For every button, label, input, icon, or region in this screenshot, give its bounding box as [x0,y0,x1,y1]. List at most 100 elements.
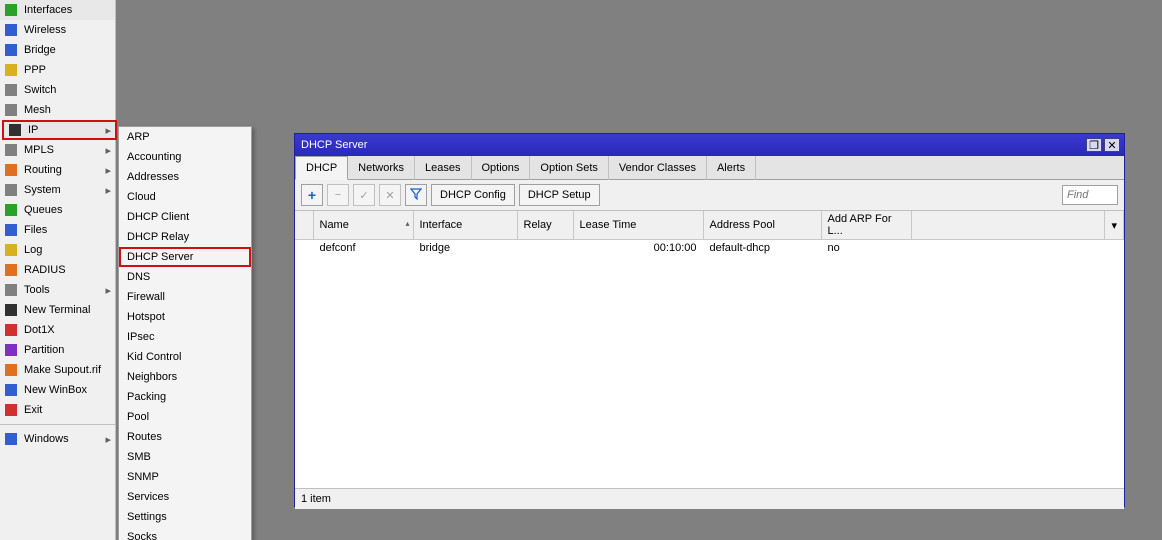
tab-dhcp[interactable]: DHCP [295,156,348,180]
sidebar-item-label: Bridge [24,44,56,56]
tab-vendor-classes[interactable]: Vendor Classes [609,156,707,180]
tab-leases[interactable]: Leases [415,156,471,180]
cell-interface: bridge [413,240,517,256]
cell-address-pool: default-dhcp [703,240,821,256]
sidebar-item-switch[interactable]: Switch [0,80,115,100]
close-icon: ✕ [1107,139,1116,152]
queues-icon [4,203,18,217]
window-close-button[interactable]: ✕ [1104,138,1120,152]
column-header-spacer [911,211,1105,240]
sidebar-item-wireless[interactable]: Wireless [0,20,115,40]
submenu-item-label: Hotspot [127,311,165,323]
titlebar[interactable]: DHCP Server ❐ ✕ [295,134,1124,156]
submenu-item-smb[interactable]: SMB [119,447,251,467]
sidebar-item-ip[interactable]: IP▸ [2,120,117,140]
column-header-interface[interactable]: Interface [413,211,517,240]
sidebar-item-partition[interactable]: Partition [0,340,115,360]
filter-button[interactable] [405,184,427,206]
submenu-item-firewall[interactable]: Firewall [119,287,251,307]
main-sidebar: Interfaces Wireless Bridge PPP Switch Me… [0,0,116,540]
column-header-address-pool[interactable]: Address Pool [703,211,821,240]
sidebar-item-new-terminal[interactable]: New Terminal [0,300,115,320]
submenu-item-pool[interactable]: Pool [119,407,251,427]
sidebar-item-system[interactable]: System▸ [0,180,115,200]
sidebar-item-mesh[interactable]: Mesh [0,100,115,120]
sidebar-item-new-winbox[interactable]: New WinBox [0,380,115,400]
submenu-item-arp[interactable]: ARP [119,127,251,147]
add-button[interactable]: + [301,184,323,206]
sidebar-item-make-supout[interactable]: Make Supout.rif [0,360,115,380]
submenu-item-label: DHCP Server [127,251,193,263]
system-icon [4,183,18,197]
dhcp-table: Name▴ Interface Relay Lease Time Address… [295,211,1124,256]
sidebar-item-label: Queues [24,204,63,216]
partition-icon [4,343,18,357]
bridge-icon [4,43,18,57]
dhcp-config-button[interactable]: DHCP Config [431,184,515,206]
radius-icon [4,263,18,277]
find-input[interactable] [1062,185,1118,205]
tab-bar: DHCP Networks Leases Options Option Sets… [295,156,1124,180]
columns-dropdown-button[interactable]: ▾ [1105,211,1124,240]
submenu-item-dhcp-server[interactable]: DHCP Server [119,247,251,267]
tab-alerts[interactable]: Alerts [707,156,756,180]
submenu-item-dns[interactable]: DNS [119,267,251,287]
submenu-item-hotspot[interactable]: Hotspot [119,307,251,327]
sidebar-item-dot1x[interactable]: Dot1X [0,320,115,340]
restore-icon: ❐ [1089,139,1099,152]
submenu-item-socks[interactable]: Socks [119,527,251,540]
check-icon: ✓ [359,189,368,202]
submenu-item-ipsec[interactable]: IPsec [119,327,251,347]
sidebar-item-routing[interactable]: Routing▸ [0,160,115,180]
column-header-lease-time[interactable]: Lease Time [573,211,703,240]
submenu-item-routes[interactable]: Routes [119,427,251,447]
submenu-item-snmp[interactable]: SNMP [119,467,251,487]
dhcp-server-window: DHCP Server ❐ ✕ DHCP Networks Leases Opt… [294,133,1125,507]
tab-options[interactable]: Options [472,156,531,180]
cell-name: defconf [313,240,413,256]
sidebar-item-label: New Terminal [24,304,90,316]
submenu-item-settings[interactable]: Settings [119,507,251,527]
submenu-item-label: Routes [127,431,162,443]
log-icon [4,243,18,257]
sidebar-item-radius[interactable]: RADIUS [0,260,115,280]
table-row[interactable]: defconf bridge 00:10:00 default-dhcp no [295,240,1124,256]
sidebar-item-label: Dot1X [24,324,55,336]
submenu-item-dhcp-relay[interactable]: DHCP Relay [119,227,251,247]
sidebar-item-mpls[interactable]: MPLS▸ [0,140,115,160]
windows-icon [4,432,18,446]
submenu-item-dhcp-client[interactable]: DHCP Client [119,207,251,227]
column-header-name[interactable]: Name▴ [313,211,413,240]
sidebar-item-windows[interactable]: Windows▸ [0,429,115,449]
submenu-item-kid-control[interactable]: Kid Control [119,347,251,367]
row-marker-header[interactable] [295,211,313,240]
submenu-item-cloud[interactable]: Cloud [119,187,251,207]
column-header-add-arp[interactable]: Add ARP For L... [821,211,911,240]
sidebar-item-label: Interfaces [24,4,72,16]
dhcp-setup-button[interactable]: DHCP Setup [519,184,600,206]
column-header-relay[interactable]: Relay [517,211,573,240]
sidebar-item-bridge[interactable]: Bridge [0,40,115,60]
window-restore-button[interactable]: ❐ [1086,138,1102,152]
sidebar-item-exit[interactable]: Exit [0,400,115,420]
sidebar-item-tools[interactable]: Tools▸ [0,280,115,300]
enable-button[interactable]: ✓ [353,184,375,206]
sidebar-item-label: Partition [24,344,64,356]
submenu-item-addresses[interactable]: Addresses [119,167,251,187]
submenu-item-label: IPsec [127,331,155,343]
tab-networks[interactable]: Networks [348,156,415,180]
sidebar-item-files[interactable]: Files [0,220,115,240]
sidebar-item-ppp[interactable]: PPP [0,60,115,80]
sidebar-item-log[interactable]: Log [0,240,115,260]
sidebar-item-interfaces[interactable]: Interfaces [0,0,115,20]
submenu-item-accounting[interactable]: Accounting [119,147,251,167]
submenu-item-services[interactable]: Services [119,487,251,507]
disable-button[interactable]: ✕ [379,184,401,206]
remove-button[interactable]: − [327,184,349,206]
submenu-item-packing[interactable]: Packing [119,387,251,407]
sidebar-item-queues[interactable]: Queues [0,200,115,220]
submenu-item-neighbors[interactable]: Neighbors [119,367,251,387]
submenu-item-label: SNMP [127,471,159,483]
minus-icon: − [335,189,341,201]
tab-option-sets[interactable]: Option Sets [530,156,608,180]
